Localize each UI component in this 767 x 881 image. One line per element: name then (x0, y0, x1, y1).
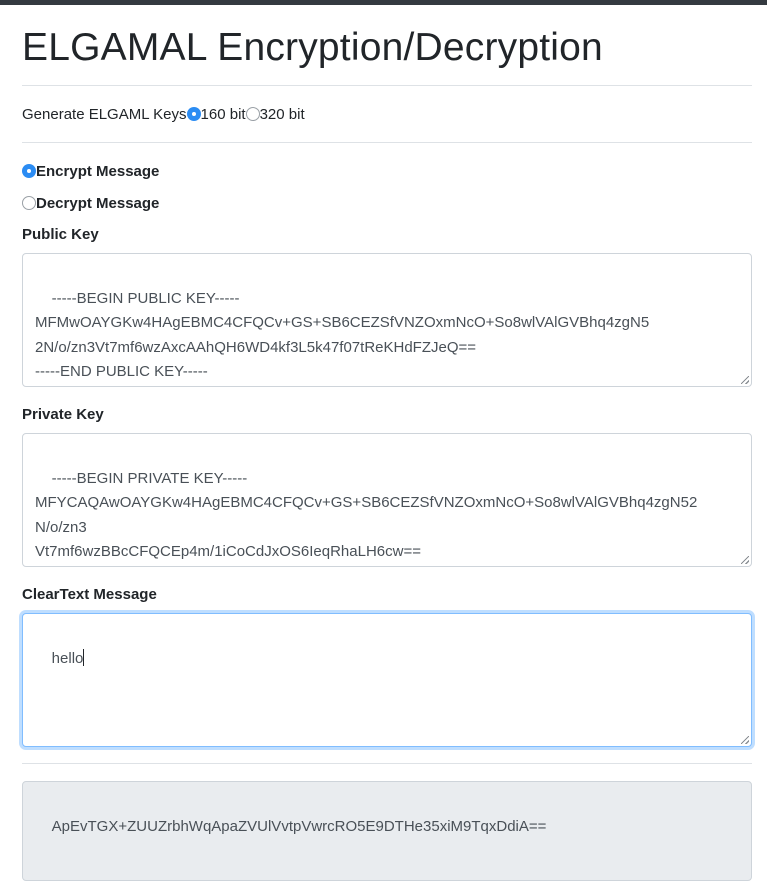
divider-output (22, 763, 752, 764)
keygen-160-radio[interactable] (186, 107, 201, 121)
keygen-row: Generate ELGAML Keys 160 bit 320 bit (22, 86, 752, 142)
output-textarea[interactable]: ApEvTGX+ZUUZrbhWqApaZVUlVvtpVwrcRO5E9DTH… (22, 781, 752, 881)
keygen-320-label[interactable]: 320 bit (260, 106, 305, 123)
cleartext-textarea[interactable]: hello (22, 613, 752, 747)
encrypt-label[interactable]: Encrypt Message (36, 163, 159, 180)
decrypt-option[interactable]: Decrypt Message (22, 193, 752, 213)
divider-keygen (22, 142, 752, 143)
keygen-320-radio[interactable] (245, 107, 260, 121)
public-key-text: -----BEGIN PUBLIC KEY----- MFMwOAYGKw4HA… (35, 289, 650, 381)
keygen-label: Generate ELGAML Keys (22, 105, 187, 123)
cleartext-label: ClearText Message (22, 586, 157, 603)
resize-grip-icon[interactable] (741, 376, 749, 384)
resize-grip-icon[interactable] (741, 736, 749, 744)
public-key-label: Public Key (22, 226, 99, 243)
text-caret (83, 648, 85, 666)
encrypt-radio[interactable] (22, 164, 36, 178)
keygen-160-label[interactable]: 160 bit (201, 106, 246, 123)
public-key-textarea[interactable]: -----BEGIN PUBLIC KEY----- MFMwOAYGKw4HA… (22, 253, 752, 387)
encrypt-option[interactable]: Encrypt Message (22, 161, 752, 181)
private-key-text: -----BEGIN PRIVATE KEY----- MFYCAQAwOAYG… (35, 469, 698, 561)
page-title: ELGAMAL Encryption/Decryption (22, 26, 603, 69)
decrypt-radio[interactable] (22, 196, 36, 210)
cleartext-text: hello (51, 649, 84, 667)
resize-grip-icon[interactable] (741, 556, 749, 564)
decrypt-label[interactable]: Decrypt Message (36, 195, 159, 212)
main-container: ELGAMAL Encryption/Decryption Generate E… (22, 5, 752, 881)
output-text: ApEvTGX+ZUUZrbhWqApaZVUlVvtpVwrcRO5E9DTH… (51, 817, 547, 835)
private-key-textarea[interactable]: -----BEGIN PRIVATE KEY----- MFYCAQAwOAYG… (22, 433, 752, 567)
private-key-label: Private Key (22, 406, 104, 423)
